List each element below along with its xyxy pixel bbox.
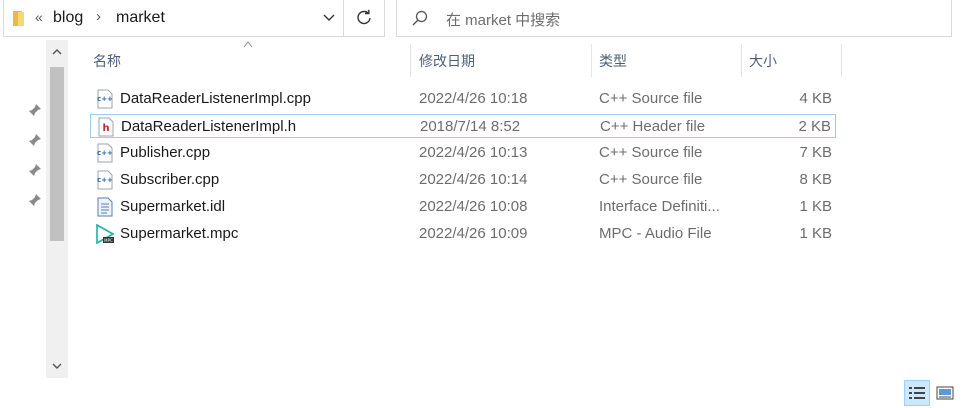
file-date: 2022/4/26 10:18 xyxy=(419,90,528,107)
column-header-name[interactable]: 名称 xyxy=(85,44,410,77)
breadcrumb-separator-icon[interactable]: › xyxy=(96,8,101,25)
column-header-date[interactable]: 修改日期 xyxy=(411,44,591,77)
file-size: 2 KB xyxy=(798,118,831,135)
nav-pane-scrollbar[interactable] xyxy=(46,40,68,378)
pin-icon[interactable] xyxy=(28,103,42,117)
svg-text:MPC: MPC xyxy=(104,238,113,243)
breadcrumb-blog[interactable]: blog xyxy=(53,9,83,27)
file-type: MPC - Audio File xyxy=(599,225,712,242)
file-name[interactable]: DataReaderListenerImpl.cpp xyxy=(120,90,311,107)
large-icons-view-button[interactable] xyxy=(932,380,958,406)
file-size: 7 KB xyxy=(799,144,832,161)
chevron-down-icon xyxy=(52,363,62,369)
column-header-name-label: 名称 xyxy=(93,52,121,69)
file-size: 4 KB xyxy=(799,90,832,107)
svg-text:c++: c++ xyxy=(97,149,113,157)
search-icon xyxy=(412,10,428,26)
chevron-up-icon xyxy=(52,49,62,55)
file-type: C++ Source file xyxy=(599,90,703,107)
status-bar xyxy=(0,378,963,408)
file-row[interactable]: MPC Supermarket.mpc 2022/4/26 10:09 MPC … xyxy=(90,222,836,246)
pin-icon[interactable] xyxy=(28,193,42,207)
refresh-button[interactable] xyxy=(344,0,385,37)
svg-text:c++: c++ xyxy=(97,176,113,184)
file-row[interactable]: Supermarket.idl 2022/4/26 10:08 Interfac… xyxy=(90,195,836,219)
file-date: 2022/4/26 10:09 xyxy=(419,225,528,242)
cpp-file-icon: c++ xyxy=(97,143,113,163)
file-size: 1 KB xyxy=(799,198,832,215)
file-date: 2022/4/26 10:13 xyxy=(419,144,528,161)
file-date: 2022/4/26 10:08 xyxy=(419,198,528,215)
large-icons-view-icon xyxy=(936,386,954,400)
column-header-type-label: 类型 xyxy=(599,52,627,69)
search-input[interactable]: 在 market 中搜索 xyxy=(446,9,560,30)
file-name[interactable]: Subscriber.cpp xyxy=(120,171,219,188)
file-row-selected[interactable]: h DataReaderListenerImpl.h 2018/7/14 8:5… xyxy=(90,114,836,138)
idl-file-icon xyxy=(97,197,113,217)
column-header-size[interactable]: 大小 xyxy=(741,44,841,77)
file-row[interactable]: c++ Publisher.cpp 2022/4/26 10:13 C++ So… xyxy=(90,141,836,165)
file-name[interactable]: Publisher.cpp xyxy=(120,144,210,161)
file-name[interactable]: Supermarket.idl xyxy=(120,198,225,215)
column-header-size-label: 大小 xyxy=(749,52,777,69)
cpp-file-icon: c++ xyxy=(97,170,113,190)
file-name[interactable]: DataReaderListenerImpl.h xyxy=(121,118,296,135)
svg-text:c++: c++ xyxy=(97,95,113,103)
scroll-up-button[interactable] xyxy=(46,40,68,64)
cpp-file-icon: c++ xyxy=(97,89,113,109)
file-date: 2018/7/14 8:52 xyxy=(420,118,521,135)
folder-icon xyxy=(13,11,24,26)
file-name[interactable]: Supermarket.mpc xyxy=(120,225,238,242)
file-type: C++ Source file xyxy=(599,144,703,161)
column-divider[interactable] xyxy=(841,44,842,77)
details-view-button[interactable] xyxy=(904,380,930,406)
scroll-thumb[interactable] xyxy=(50,67,64,241)
file-row[interactable]: c++ DataReaderListenerImpl.cpp 2022/4/26… xyxy=(90,87,836,111)
file-size: 1 KB xyxy=(799,225,832,242)
mpc-file-icon: MPC xyxy=(96,224,115,244)
overflow-chevron-icon[interactable]: « xyxy=(35,9,43,25)
file-date: 2022/4/26 10:14 xyxy=(419,171,528,188)
file-row[interactable]: c++ Subscriber.cpp 2022/4/26 10:14 C++ S… xyxy=(90,168,836,192)
scroll-down-button[interactable] xyxy=(46,354,68,378)
pin-icon[interactable] xyxy=(28,163,42,177)
toolbar: « blog › market 在 market 中搜索 xyxy=(0,0,963,38)
column-header-date-label: 修改日期 xyxy=(419,52,475,69)
file-size: 8 KB xyxy=(799,171,832,188)
details-view-icon xyxy=(909,387,925,399)
address-bar[interactable]: « blog › market xyxy=(3,0,344,37)
search-box[interactable]: 在 market 中搜索 xyxy=(396,0,952,37)
column-header-type[interactable]: 类型 xyxy=(591,44,741,77)
chevron-down-icon[interactable] xyxy=(322,11,336,25)
breadcrumb-market[interactable]: market xyxy=(116,9,165,27)
pin-icon[interactable] xyxy=(28,133,42,147)
file-type: C++ Source file xyxy=(599,171,703,188)
file-type: C++ Header file xyxy=(600,118,706,135)
header-file-icon: h xyxy=(98,117,114,137)
svg-text:h: h xyxy=(102,123,109,134)
file-type: Interface Definiti... xyxy=(599,198,720,215)
refresh-icon xyxy=(357,9,371,25)
